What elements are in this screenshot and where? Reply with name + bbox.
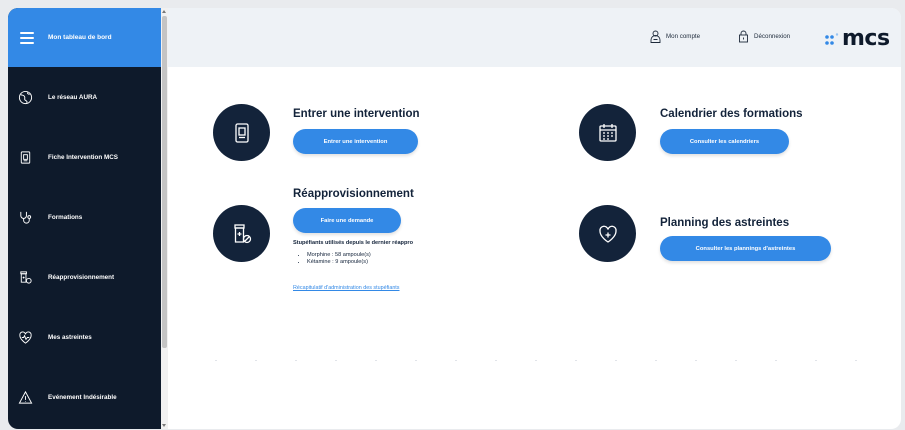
view-plannings-button[interactable]: Consulter les plannings d'astreintes [660, 236, 831, 261]
scroll-up-arrow-icon[interactable] [162, 10, 166, 13]
view-calendars-button[interactable]: Consulter les calendriers [660, 129, 789, 154]
account-label: Mon compte [666, 33, 701, 40]
scrollbar-thumb[interactable] [162, 16, 167, 348]
sidebar-item-label: Le réseau AURA [48, 93, 98, 101]
divider [215, 360, 870, 361]
calendar-card-icon [579, 104, 636, 161]
clipboard-icon [234, 122, 249, 143]
user-icon [650, 30, 661, 43]
mcs-logo: mcs [824, 22, 890, 56]
logo-text: mcs [842, 26, 890, 51]
sidebar-item-label: Fiche Intervention MCS [48, 153, 118, 161]
sidebar-item-reseau-aura[interactable]: Le réseau AURA [8, 67, 161, 127]
intervention-title: Entrer une intervention [293, 108, 420, 120]
sidebar-item-evenement-indesirable[interactable]: Evénement Indésirable [8, 367, 161, 427]
hamburger-menu-icon[interactable] [20, 31, 34, 44]
calendar-icon [598, 123, 617, 142]
app-window: Mon tableau de bord Le réseau AURA Fiche… [8, 8, 901, 429]
clipboard-icon [17, 149, 33, 165]
heart-pulse-icon [17, 329, 33, 345]
list-item: Kétamine : 9 ampoule(s) [307, 259, 413, 266]
top-header: Mon compte Déconnexion mcs [168, 8, 901, 67]
logout-link[interactable]: Déconnexion [738, 30, 790, 43]
sidebar-item-fiche-intervention[interactable]: Fiche Intervention MCS [8, 127, 161, 187]
make-request-button[interactable]: Faire une demande [293, 208, 401, 233]
sidebar-item-label: Mes astreintes [48, 333, 92, 341]
logo-dots-icon [825, 33, 839, 45]
sidebar-item-formations[interactable]: Formations [8, 187, 161, 247]
planning-title: Planning des astreintes [660, 217, 790, 229]
heart-plus-icon [598, 225, 617, 243]
narcotics-heading: Stupéfiants utilisés depuis le dernier r… [293, 240, 413, 246]
medicine-bottle-icon [233, 223, 251, 243]
medicine-bottle-icon [17, 269, 33, 285]
scrollbar[interactable] [161, 8, 168, 429]
calendar-title: Calendrier des formations [660, 108, 803, 120]
intervention-card-icon [213, 104, 270, 161]
sidebar-item-label: Formations [48, 213, 83, 221]
list-item: Morphine : 58 ampoule(s) [307, 252, 413, 259]
sidebar-item-label: Réapprovisionnement [48, 273, 115, 281]
globe-icon [17, 89, 33, 105]
reappro-card-icon [213, 205, 270, 262]
narcotics-info: Stupéfiants utilisés depuis le dernier r… [293, 240, 413, 266]
logout-label: Déconnexion [754, 33, 791, 40]
enter-intervention-button[interactable]: Entrer une intervention [293, 129, 418, 154]
sidebar-nav: Le réseau AURA Fiche Intervention MCS Fo… [8, 67, 161, 427]
sidebar-item-label: Evénement Indésirable [48, 393, 117, 401]
stethoscope-icon [17, 209, 33, 225]
warning-icon [17, 389, 33, 405]
scroll-down-arrow-icon[interactable] [162, 424, 166, 427]
sidebar-item-astreintes[interactable]: Mes astreintes [8, 307, 161, 367]
sidebar: Mon tableau de bord Le réseau AURA Fiche… [8, 8, 161, 429]
account-link[interactable]: Mon compte [650, 30, 700, 43]
logout-icon [739, 30, 748, 43]
sidebar-title: Mon tableau de bord [48, 34, 112, 41]
narcotics-summary-link[interactable]: Récapitulatif d'administration des stupé… [293, 285, 400, 291]
planning-card-icon [579, 205, 636, 262]
reappro-title: Réapprovisionnement [293, 188, 414, 200]
sidebar-item-reapprovisionnement[interactable]: Réapprovisionnement [8, 247, 161, 307]
sidebar-dashboard-item[interactable]: Mon tableau de bord [8, 8, 161, 67]
narcotics-list: Morphine : 58 ampoule(s) Kétamine : 9 am… [293, 252, 413, 266]
